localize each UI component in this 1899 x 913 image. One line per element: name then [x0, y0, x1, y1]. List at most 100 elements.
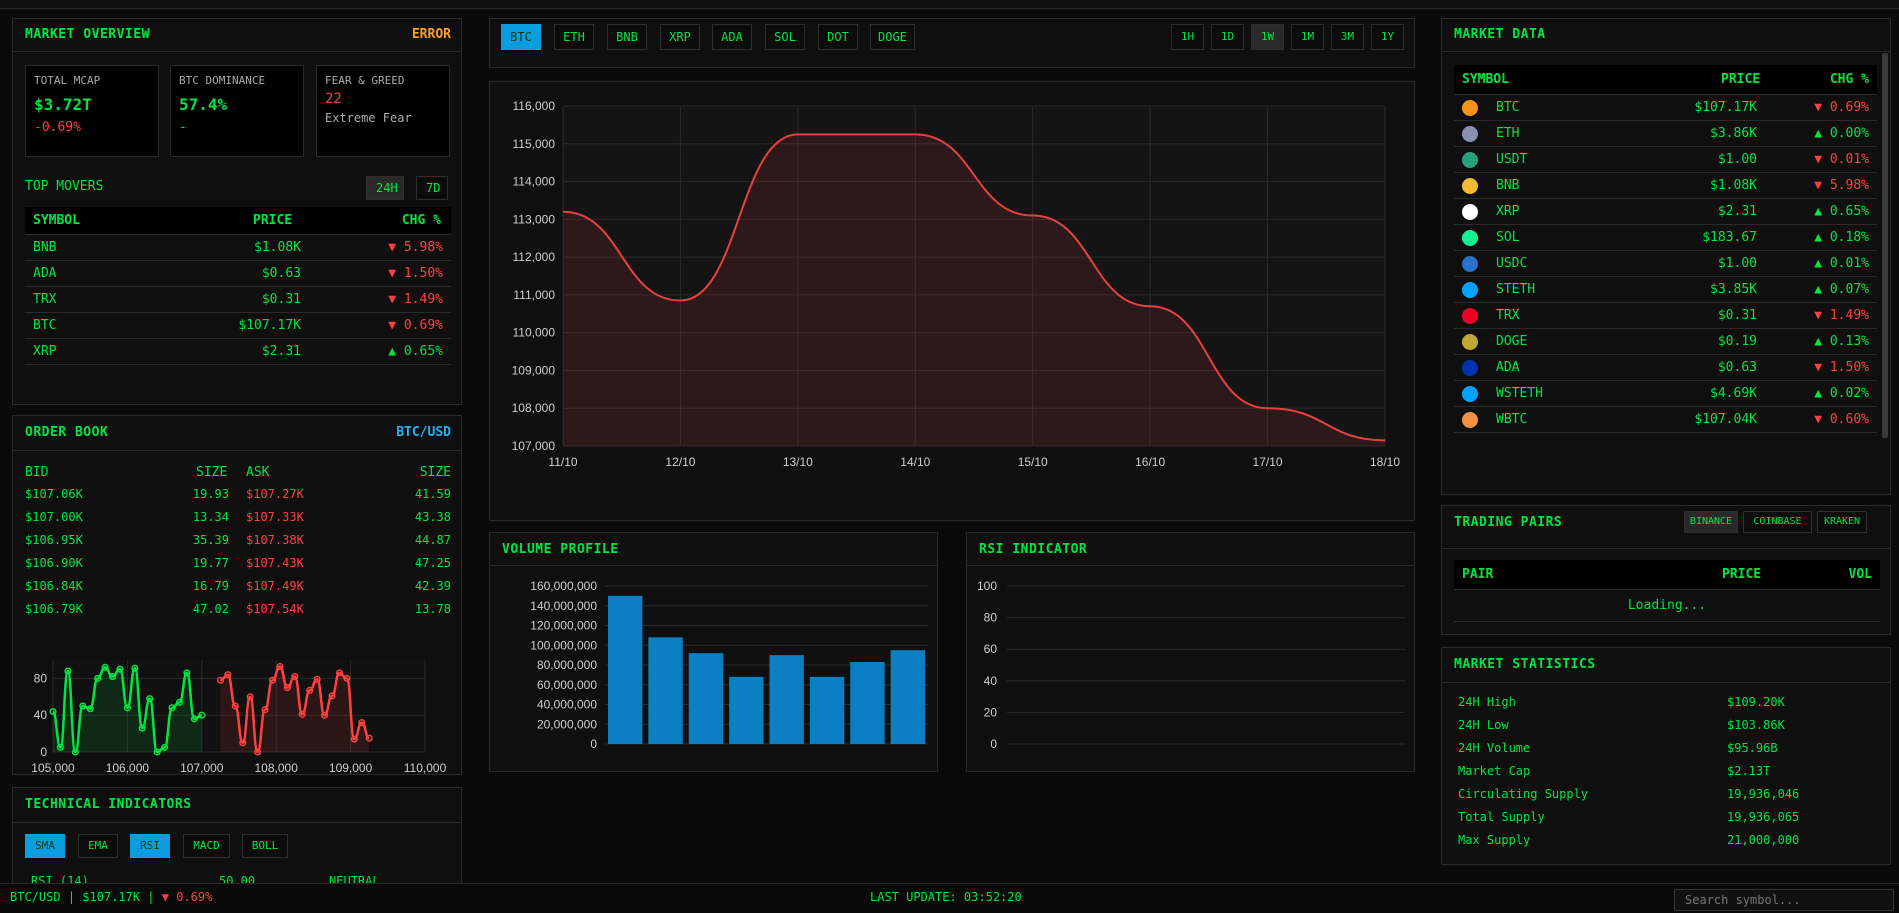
indicator-tab-sma[interactable]: SMA	[25, 834, 65, 858]
exchange-tab-binance[interactable]: BINANCE	[1684, 511, 1738, 533]
btc-icon	[1462, 100, 1478, 116]
market-row[interactable]: WBTC $107.04K ▼ 0.60%	[1454, 407, 1877, 433]
market-row[interactable]: DOGE $0.19 ▲ 0.13%	[1454, 329, 1877, 355]
market-row[interactable]: BTC $107.17K ▼ 0.69%	[1454, 95, 1877, 121]
range-tab-3m[interactable]: 3M	[1331, 24, 1364, 50]
range-tab-1d[interactable]: 1D	[1211, 24, 1244, 50]
y-tick-label: 20,000,000	[537, 717, 597, 731]
range-tab-1y[interactable]: 1Y	[1371, 24, 1404, 50]
coin-tab-sol[interactable]: SOL	[765, 24, 805, 50]
market-row[interactable]: ADA $0.63 ▼ 1.50%	[1454, 355, 1877, 381]
market-price: $107.17K	[1694, 100, 1757, 115]
wbtc-icon	[1462, 412, 1478, 428]
coin-tab-doge[interactable]: DOGE	[870, 24, 915, 50]
movers-tab-7d[interactable]: 7D	[416, 176, 448, 200]
trading-pairs-panel: TRADING PAIRS BINANCE COINBASE KRAKEN PAIR…	[1441, 505, 1891, 635]
mover-symbol: BTC	[33, 318, 57, 333]
market-change: ▲ 0.13%	[1814, 334, 1869, 349]
mover-row[interactable]: XRP $2.31 ▲ 0.65%	[25, 339, 451, 365]
market-row[interactable]: BNB $1.08K ▼ 5.98%	[1454, 173, 1877, 199]
market-data-scrollbar[interactable]	[1882, 53, 1888, 438]
mover-row[interactable]: TRX $0.31 ▼ 1.49%	[25, 287, 451, 313]
bid-price[interactable]: $106.95K	[25, 533, 83, 547]
volume-bar	[608, 595, 643, 744]
stat-label: Circulating Supply	[1458, 787, 1589, 801]
mover-price: $0.31	[261, 292, 301, 307]
ask-price[interactable]: $107.38K	[246, 533, 304, 547]
coin-tab-btc[interactable]: BTC	[501, 24, 541, 50]
y-tick-label: 140,000,000	[530, 599, 597, 613]
market-row[interactable]: ETH $3.86K ▲ 0.00%	[1454, 121, 1877, 147]
market-price: $4.69K	[1710, 386, 1757, 401]
market-row[interactable]: TRX $0.31 ▼ 1.49%	[1454, 303, 1877, 329]
coin-tab-xrp[interactable]: XRP	[660, 24, 700, 50]
bid-price[interactable]: $106.90K	[25, 556, 83, 570]
price-chart-panel: 107,000 108,000 109,000 110,000 111,000 112,0…	[489, 81, 1415, 521]
market-row[interactable]: WSTETH $4.69K ▲ 0.02%	[1454, 381, 1877, 407]
market-row[interactable]: XRP $2.31 ▲ 0.65%	[1454, 199, 1877, 225]
ask-price[interactable]: $107.43K	[246, 556, 304, 570]
indicator-tab-boll[interactable]: BOLL	[242, 834, 288, 858]
x-tick-label: 109,000	[329, 761, 373, 775]
ask-size: 43.38	[414, 510, 451, 524]
x-tick-label: 108,000	[255, 761, 299, 775]
ask-price[interactable]: $107.33K	[246, 510, 304, 524]
bid-price[interactable]: $106.84K	[25, 579, 83, 593]
y-tick-label: 40,000,000	[537, 698, 597, 712]
bid-price[interactable]: $106.79K	[25, 602, 83, 616]
x-tick-label: 110,000	[404, 761, 447, 775]
y-tick-label: 116,000	[513, 99, 556, 113]
market-price: $1.00	[1717, 152, 1757, 167]
coin-tab-dot[interactable]: DOT	[818, 24, 858, 50]
volume-bar	[648, 637, 683, 744]
market-price: $3.86K	[1710, 126, 1757, 141]
price-chart: 107,000 108,000 109,000 110,000 111,000 112,0…	[512, 99, 1401, 469]
search-input[interactable]	[1674, 889, 1894, 911]
bid-price[interactable]: $107.00K	[25, 510, 83, 524]
status-badge: ERROR	[411, 27, 451, 42]
movers-tab-24h[interactable]: 24H	[366, 176, 404, 200]
market-row[interactable]: STETH $3.85K ▲ 0.07%	[1454, 277, 1877, 303]
coin-tab-ada[interactable]: ADA	[712, 24, 752, 50]
indicator-tab-ema[interactable]: EMA	[78, 834, 118, 858]
mover-symbol: XRP	[33, 344, 57, 359]
y-tick-label: 40	[34, 708, 48, 722]
market-row[interactable]: USDC $1.00 ▲ 0.01%	[1454, 251, 1877, 277]
ask-price[interactable]: $107.27K	[246, 487, 304, 501]
ask-size: 47.25	[414, 556, 451, 570]
coin-tab-eth[interactable]: ETH	[554, 24, 594, 50]
mover-row[interactable]: BNB $1.08K ▼ 5.98%	[25, 235, 451, 261]
exchange-tab-coinbase[interactable]: COINBASE	[1743, 511, 1812, 533]
usdc-icon	[1462, 256, 1478, 272]
market-overview-panel: MARKET OVERVIEW ERROR TOTAL MCAP $3.72T …	[12, 18, 462, 405]
mover-symbol: TRX	[33, 292, 57, 307]
market-change: ▼ 0.69%	[1814, 100, 1869, 115]
volume-bar	[850, 662, 885, 744]
bid-price[interactable]: $107.06K	[25, 487, 83, 501]
market-symbol: WSTETH	[1496, 386, 1543, 401]
total-mcap-label: TOTAL MCAP	[34, 74, 101, 87]
range-tab-1w[interactable]: 1W	[1251, 24, 1284, 50]
indicator-tab-rsi[interactable]: RSI	[130, 834, 170, 858]
ticker: BTC/USD | $107.17K | ▼ 0.69%	[10, 890, 213, 904]
ask-size: 41.59	[414, 487, 451, 501]
range-tab-1m[interactable]: 1M	[1291, 24, 1324, 50]
ask-price[interactable]: $107.49K	[246, 579, 304, 593]
range-tab-1h[interactable]: 1H	[1171, 24, 1204, 50]
bid-header: BID	[25, 465, 49, 480]
coin-tab-bnb[interactable]: BNB	[607, 24, 647, 50]
y-tick-label: 111,000	[513, 288, 555, 302]
y-tick-label: 114,000	[513, 175, 556, 189]
market-row[interactable]: SOL $183.67 ▲ 0.18%	[1454, 225, 1877, 251]
mover-row[interactable]: ADA $0.63 ▼ 1.50%	[25, 261, 451, 287]
y-tick-label: 0	[40, 745, 47, 759]
market-row[interactable]: USDT $1.00 ▼ 0.01%	[1454, 147, 1877, 173]
exchange-tab-kraken[interactable]: KRAKEN	[1817, 511, 1867, 533]
mover-change: ▼ 0.69%	[388, 318, 443, 333]
mover-row[interactable]: BTC $107.17K ▼ 0.69%	[25, 313, 451, 339]
btc-dominance-value: 57.4%	[179, 95, 228, 114]
ask-price[interactable]: $107.54K	[246, 602, 304, 616]
indicator-tab-macd[interactable]: MACD	[183, 834, 230, 858]
rsi-indicator-title: RSI INDICATOR	[979, 542, 1088, 557]
y-tick-label: 60	[984, 642, 998, 656]
